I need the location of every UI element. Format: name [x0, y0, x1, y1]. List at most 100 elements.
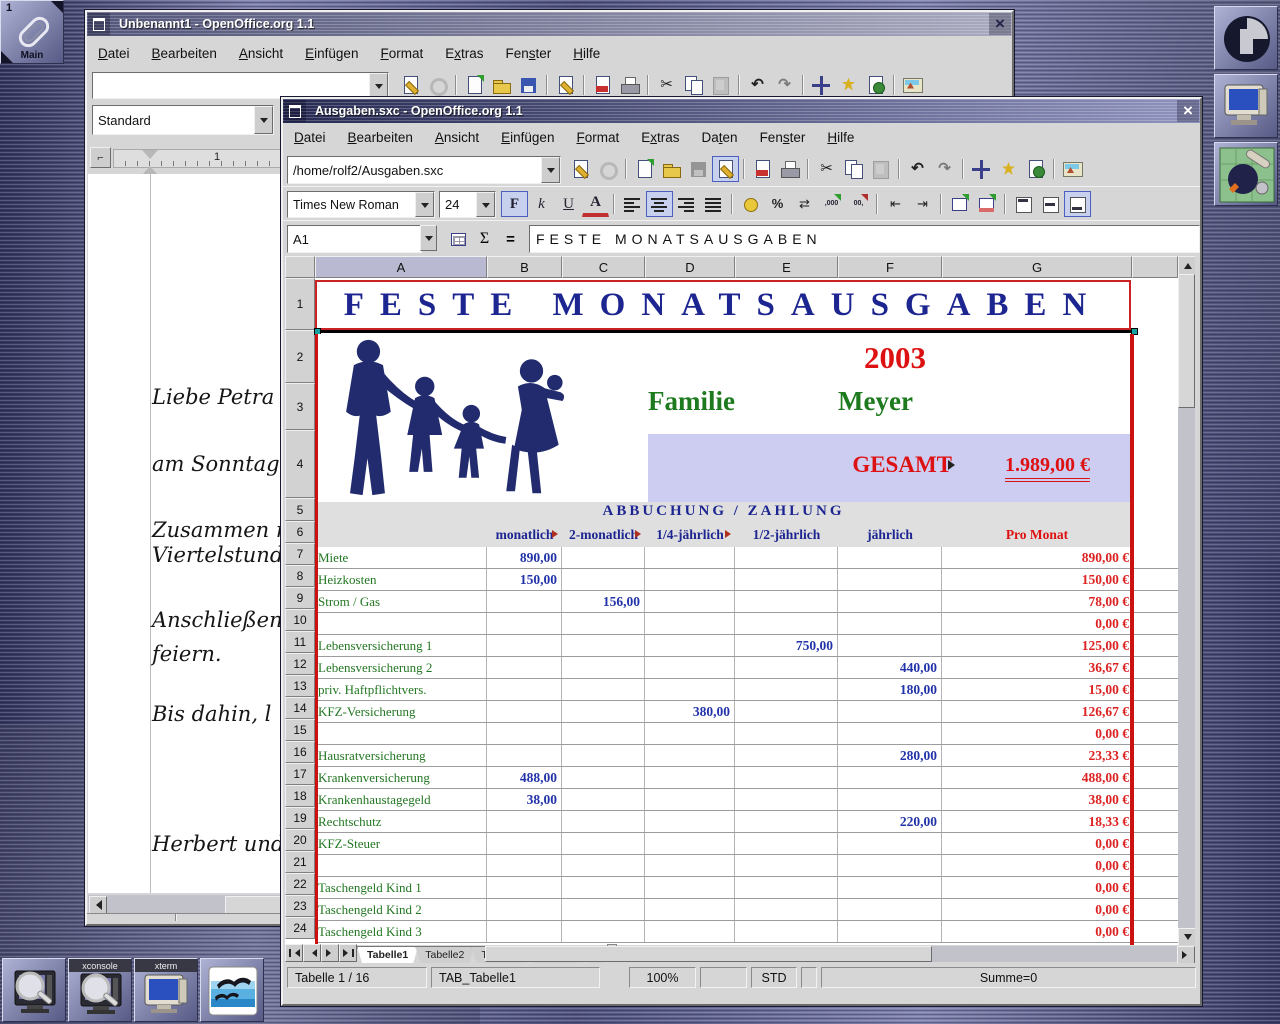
cell-extra-23[interactable] [1132, 899, 1178, 920]
print-button[interactable] [616, 72, 643, 98]
vertical-scrollbar[interactable] [1178, 256, 1195, 945]
menu-hilfe[interactable]: Hilfe [562, 46, 611, 61]
decrease-indent-button[interactable]: ⇤ [882, 191, 909, 217]
row-header-10[interactable]: 10 [285, 609, 315, 631]
cell-D13[interactable] [645, 679, 735, 700]
cell-E8[interactable] [735, 569, 838, 590]
column-header-F[interactable]: F [838, 256, 942, 278]
cell-F19[interactable]: 220,00 [838, 811, 942, 832]
cell-E15[interactable] [735, 723, 838, 744]
navigator-button[interactable] [808, 72, 835, 98]
remove-decimal-button[interactable]: 00, [845, 191, 872, 217]
cell-reference-box[interactable]: A1 [287, 225, 422, 253]
status-selection-mode[interactable]: STD [751, 967, 797, 988]
sum-button[interactable]: Σ [471, 226, 498, 252]
calc-titlebar[interactable]: Ausgaben.sxc - OpenOffice.org 1.1 × [283, 99, 1200, 123]
row-header-4[interactable]: 4 [285, 430, 315, 498]
cell-G9[interactable]: 78,00 € [942, 591, 1132, 612]
scrollbar-thumb[interactable] [485, 946, 932, 962]
undo-button[interactable]: ↶ [744, 72, 771, 98]
status-sum[interactable]: Summe=0 [821, 967, 1196, 988]
menu-einfügen[interactable]: Einfügen [294, 46, 369, 61]
cell-G17[interactable]: 488,00 € [942, 767, 1132, 788]
row-header-1[interactable]: 1 [285, 278, 315, 330]
background-color-button[interactable] [973, 191, 1000, 217]
copy-button[interactable] [840, 156, 867, 182]
row-header-20[interactable]: 20 [285, 829, 315, 851]
cell-extra-10[interactable] [1132, 613, 1178, 634]
paste-button[interactable] [867, 156, 894, 182]
align-vcenter-button[interactable] [1037, 191, 1064, 217]
hyperlink-button[interactable] [862, 72, 889, 98]
open-folder-button[interactable] [488, 72, 515, 98]
cell-F20[interactable] [838, 833, 942, 854]
writer-url-combobox[interactable] [92, 72, 389, 99]
paragraph-style-combobox[interactable]: Standard [92, 105, 274, 135]
menu-ansicht[interactable]: Ansicht [424, 130, 490, 145]
cell-G11[interactable]: 125,00 € [942, 635, 1132, 656]
cell-C14[interactable] [562, 701, 645, 722]
cell-extra-19[interactable] [1132, 811, 1178, 832]
cell-extra-17[interactable] [1132, 767, 1178, 788]
cell-A9[interactable]: Strom / Gas [315, 591, 487, 612]
menu-datei[interactable]: Datei [87, 46, 141, 61]
italic-button[interactable]: k [528, 191, 555, 217]
cell-extra-21[interactable] [1132, 855, 1178, 876]
cell-G8[interactable]: 150,00 € [942, 569, 1132, 590]
cell-D15[interactable] [645, 723, 735, 744]
row-header-22[interactable]: 22 [285, 873, 315, 895]
cell-D18[interactable] [645, 789, 735, 810]
cell-extra-12[interactable] [1132, 657, 1178, 678]
column-header-D[interactable]: D [645, 256, 735, 278]
cell-G22[interactable]: 0,00 € [942, 877, 1132, 898]
cell-A20[interactable]: KFZ-Steuer [315, 833, 487, 854]
row-header-15[interactable]: 15 [285, 719, 315, 741]
cell-A15[interactable] [315, 723, 487, 744]
sheet-tab-tabelle2[interactable]: Tabelle2 [415, 946, 474, 963]
scroll-down-button[interactable] [1178, 928, 1195, 945]
row-header-17[interactable]: 17 [285, 763, 315, 785]
menu-extras[interactable]: Extras [434, 46, 494, 61]
cell-G20[interactable]: 0,00 € [942, 833, 1132, 854]
cell-F12[interactable]: 440,00 [838, 657, 942, 678]
function-button[interactable]: = [497, 226, 524, 252]
calc-url-combobox[interactable]: /home/rolf2/Ausgaben.sxc [287, 156, 561, 184]
cell-F9[interactable] [838, 591, 942, 612]
horizontal-scrollbar[interactable] [485, 946, 1195, 962]
cell-G23[interactable]: 0,00 € [942, 899, 1132, 920]
status-page-style[interactable]: TAB_Tabelle1 [431, 967, 600, 988]
dock-item-wmaker[interactable] [1214, 6, 1278, 70]
cell-G15[interactable]: 0,00 € [942, 723, 1132, 744]
cell-A22[interactable]: Taschengeld Kind 1 [315, 877, 487, 898]
cell-D8[interactable] [645, 569, 735, 590]
cell-B10[interactable] [487, 613, 562, 634]
cells-area[interactable]: FESTE MONATSAUSGABEN [315, 278, 1178, 945]
cell-G18[interactable]: 38,00 € [942, 789, 1132, 810]
column-header-E[interactable]: E [735, 256, 838, 278]
cell-B22[interactable] [487, 877, 562, 898]
cell-D14[interactable]: 380,00 [645, 701, 735, 722]
row-header-16[interactable]: 16 [285, 741, 315, 763]
cell-A8[interactable]: Heizkosten [315, 569, 487, 590]
font-name-combobox[interactable]: Times New Roman [287, 191, 435, 218]
standard-format-button[interactable]: ⇄ [791, 191, 818, 217]
decorative-banner[interactable]: 2003 Familie Meyer GESAMT 1.989,00 € [315, 334, 1132, 502]
cell-E10[interactable] [735, 613, 838, 634]
underline-button[interactable]: U [555, 191, 582, 217]
menu-bearbeiten[interactable]: Bearbeiten [337, 130, 424, 145]
cell-G21[interactable]: 0,00 € [942, 855, 1132, 876]
cell-B24[interactable] [487, 921, 562, 942]
combo-dropdown-button[interactable] [254, 106, 273, 134]
cell-G7[interactable]: 890,00 € [942, 547, 1132, 568]
cell-E13[interactable] [735, 679, 838, 700]
cell-D17[interactable] [645, 767, 735, 788]
cell-D19[interactable] [645, 811, 735, 832]
export-pdf-button[interactable] [749, 156, 776, 182]
cell-E20[interactable] [735, 833, 838, 854]
menu-fenster[interactable]: Fenster [749, 130, 817, 145]
cell-A16[interactable]: Hausratversicherung [315, 745, 487, 766]
redo-button[interactable]: ↷ [931, 156, 958, 182]
cell-extra-18[interactable] [1132, 789, 1178, 810]
cell-C23[interactable] [562, 899, 645, 920]
row-header-2[interactable]: 2 [285, 330, 315, 383]
